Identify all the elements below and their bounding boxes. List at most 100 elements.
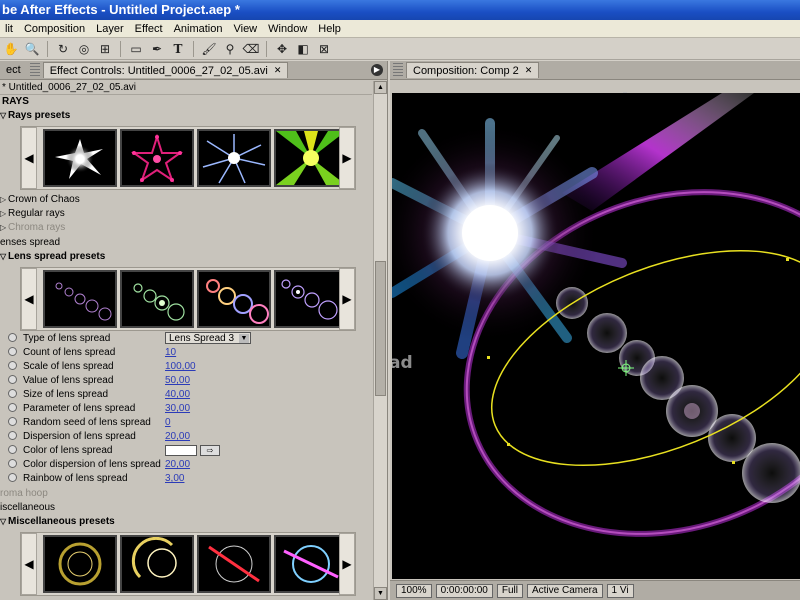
rays-preset-thumb[interactable] (274, 129, 348, 187)
misc-presets-row[interactable]: ▽ Miscellaneous presets (0, 515, 372, 529)
expand-triangle-icon[interactable]: ▽ (0, 515, 8, 529)
rays-item[interactable]: ▷ Crown of Chaos (0, 193, 372, 207)
misc-preset-thumb[interactable] (43, 535, 117, 593)
rays-preset-thumb[interactable] (197, 129, 271, 187)
chevron-right-icon[interactable]: ▶ (339, 533, 355, 595)
chroma-hoop-group[interactable]: roma hoop (0, 487, 372, 501)
rays-item[interactable]: ▷ Regular rays (0, 207, 372, 221)
effect-name[interactable]: RAYS (0, 95, 372, 109)
tab-effect-controls[interactable]: Effect Controls: Untitled_0006_27_02_05.… (42, 62, 289, 78)
eraser-icon[interactable]: ⌫ (242, 40, 260, 58)
param-value[interactable]: 100,00 (165, 361, 196, 372)
text-icon[interactable]: T (169, 40, 187, 58)
collapse-triangle-icon[interactable]: ▷ (0, 207, 8, 221)
chroma-hoop-label: roma hoop (0, 488, 48, 499)
axis-icon[interactable]: ✥ (273, 40, 291, 58)
rectangle-mask-icon[interactable]: ▭ (127, 40, 145, 58)
miscellaneous-group[interactable]: iscellaneous (0, 501, 372, 515)
resolution-dropdown[interactable]: Full (496, 583, 523, 598)
tab-composition[interactable]: Composition: Comp 2 ✕ (406, 62, 540, 78)
close-icon[interactable]: ✕ (274, 65, 282, 76)
param-label: Value of lens spread (23, 375, 114, 386)
stopwatch-icon[interactable] (8, 389, 17, 398)
rotate-icon[interactable]: ↻ (54, 40, 72, 58)
param-value[interactable]: 30,00 (165, 403, 190, 414)
rays-preset-thumb[interactable] (43, 129, 117, 187)
effect-controls-scrollbar[interactable]: ▲ ▼ (373, 81, 387, 600)
param-value[interactable]: 3,00 (165, 473, 184, 484)
eyedropper-icon[interactable]: ⇨ (200, 444, 220, 456)
panel-grip[interactable] (393, 63, 403, 77)
misc-preset-thumb[interactable] (120, 535, 194, 593)
clone-stamp-icon[interactable]: ⚲ (221, 40, 239, 58)
scrollbar-thumb[interactable] (375, 261, 386, 396)
panel-grip[interactable] (29, 63, 40, 77)
brush-icon[interactable]: 🖌 (200, 40, 218, 58)
param-value[interactable]: 20,00 (165, 431, 190, 442)
scroll-down-icon[interactable]: ▼ (374, 587, 387, 600)
lens-spread-group[interactable]: enses spread (0, 236, 372, 250)
stopwatch-icon[interactable] (8, 375, 17, 384)
menu-window[interactable]: Window (263, 20, 313, 38)
lens-spread-preset-thumb[interactable] (43, 270, 117, 328)
menu-layer[interactable]: Layer (91, 20, 130, 38)
lens-spread-preset-thumb[interactable] (274, 270, 348, 328)
chevron-right-icon[interactable]: ▶ (339, 268, 355, 330)
menu-composition[interactable]: Composition (19, 20, 91, 38)
collapse-triangle-icon[interactable]: ▷ (0, 193, 8, 207)
param-value[interactable]: 50,00 (165, 375, 190, 386)
lens-spread-presets-row[interactable]: ▽ Lens spread presets (0, 250, 372, 264)
world-axis-icon[interactable]: ⊠ (315, 40, 333, 58)
color-swatch[interactable] (165, 444, 197, 456)
composition-viewer[interactable]: ownload (392, 93, 800, 579)
param-value[interactable]: 0 (165, 417, 171, 428)
local-axis-icon[interactable]: ◧ (294, 40, 312, 58)
expand-triangle-icon[interactable]: ▽ (0, 109, 8, 123)
scroll-up-icon[interactable]: ▲ (374, 81, 387, 94)
param-value[interactable]: 10 (165, 347, 176, 358)
misc-preset-thumb[interactable] (197, 535, 271, 593)
chevron-left-icon[interactable]: ◀ (21, 127, 37, 189)
menu-help[interactable]: Help (313, 20, 347, 38)
stopwatch-icon[interactable] (8, 361, 17, 370)
lens-spread-preset-thumb[interactable] (197, 270, 271, 328)
hand-icon[interactable]: ✋ (2, 40, 20, 58)
stopwatch-icon[interactable] (8, 403, 17, 412)
camera-dropdown[interactable]: Active Camera (526, 583, 603, 598)
tab-project[interactable]: ect (0, 62, 27, 78)
chevron-left-icon[interactable]: ◀ (21, 268, 37, 330)
param-value[interactable]: 20,00 (165, 459, 190, 470)
zoom-dropdown[interactable]: 100% (396, 583, 432, 598)
view-layout-dropdown[interactable]: 1 Vi (606, 583, 634, 598)
rays-preset-thumb[interactable] (120, 129, 194, 187)
stopwatch-icon[interactable] (8, 417, 17, 426)
panel-menu-icon[interactable]: ▶ (371, 64, 383, 76)
stopwatch-icon[interactable] (8, 431, 17, 440)
chevron-left-icon[interactable]: ◀ (21, 533, 37, 595)
rays-item[interactable]: ▷ Chroma rays (0, 221, 372, 235)
pan-behind-icon[interactable]: ⊞ (96, 40, 114, 58)
stopwatch-icon[interactable] (8, 459, 17, 468)
lens-spread-preset-thumb[interactable] (120, 270, 194, 328)
close-icon[interactable]: ✕ (525, 65, 533, 76)
orbit-icon[interactable]: ◎ (75, 40, 93, 58)
chevron-right-icon[interactable]: ▶ (339, 127, 355, 189)
collapse-triangle-icon[interactable]: ▷ (0, 221, 8, 235)
chevron-down-icon[interactable]: ▼ (239, 334, 249, 344)
lens-spread-type-dropdown[interactable]: Lens Spread 3 ▼ (165, 332, 251, 345)
menu-view[interactable]: View (228, 20, 263, 38)
rays-presets-row[interactable]: ▽ Rays presets (0, 109, 372, 123)
expand-triangle-icon[interactable]: ▽ (0, 250, 8, 264)
timecode-display[interactable]: 0:00:00:00 (435, 583, 493, 598)
param-value[interactable]: 40,00 (165, 389, 190, 400)
menu-edit[interactable]: lit (0, 20, 19, 38)
pen-icon[interactable]: ✒ (148, 40, 166, 58)
stopwatch-icon[interactable] (8, 445, 17, 454)
menu-animation[interactable]: Animation (169, 20, 229, 38)
misc-preset-thumb[interactable] (274, 535, 348, 593)
stopwatch-icon[interactable] (8, 473, 17, 482)
menu-effect[interactable]: Effect (130, 20, 169, 38)
stopwatch-icon[interactable] (8, 333, 17, 342)
stopwatch-icon[interactable] (8, 347, 17, 356)
zoom-icon[interactable]: 🔍 (23, 40, 41, 58)
